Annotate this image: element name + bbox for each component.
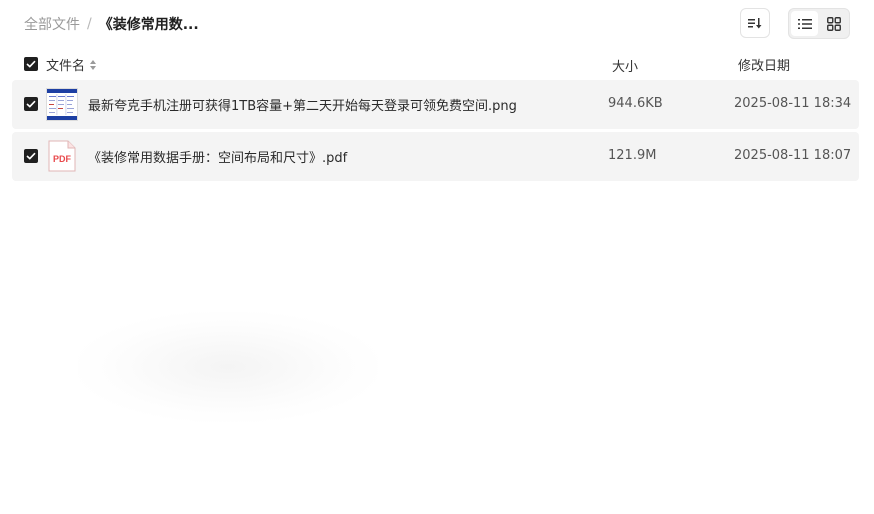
check-icon xyxy=(26,60,36,68)
column-header-name-label: 文件名 xyxy=(46,59,86,74)
column-header-name[interactable]: 文件名 xyxy=(46,55,97,74)
grid-view-icon xyxy=(826,16,841,31)
breadcrumb-separator: / xyxy=(87,16,92,32)
background-smudge xyxy=(78,312,378,422)
pdf-file-icon: PDF xyxy=(48,140,76,172)
file-name[interactable]: 最新夸克手机注册可获得1TB容量+第二天开始每天登录可领免费空间.png xyxy=(88,95,517,114)
table-row[interactable]: 最新夸克手机注册可获得1TB容量+第二天开始每天登录可领免费空间.png 944… xyxy=(12,80,859,129)
sort-icon xyxy=(748,18,762,29)
list-view-icon xyxy=(797,18,812,29)
file-name[interactable]: 《装修常用数据手册：空间布局和尺寸》.pdf xyxy=(88,147,347,166)
list-view-button[interactable] xyxy=(791,11,818,36)
file-size: 121.9M xyxy=(608,148,657,163)
table-row[interactable]: PDF 《装修常用数据手册：空间布局和尺寸》.pdf 121.9M 2025-0… xyxy=(12,132,859,181)
row-checkbox[interactable] xyxy=(24,149,38,163)
check-icon xyxy=(26,152,36,160)
table-header: 文件名 大小 修改日期 xyxy=(12,52,859,76)
sort-toggle-icon xyxy=(90,59,97,70)
image-thumbnail-icon xyxy=(46,88,78,121)
check-icon xyxy=(26,100,36,108)
view-toggle xyxy=(788,8,850,39)
file-size: 944.6KB xyxy=(608,96,663,111)
breadcrumb-current: 《装修常用数... xyxy=(98,17,199,33)
pdf-icon-label: PDF xyxy=(53,154,72,164)
sort-button[interactable] xyxy=(740,8,770,38)
row-checkbox[interactable] xyxy=(24,97,38,111)
select-all-checkbox[interactable] xyxy=(24,57,38,71)
column-header-date[interactable]: 修改日期 xyxy=(738,55,790,74)
file-date: 2025-08-11 18:07 xyxy=(734,148,852,163)
breadcrumb: 全部文件 / 《装修常用数... xyxy=(24,14,199,34)
file-date: 2025-08-11 18:34 xyxy=(734,96,852,111)
grid-view-button[interactable] xyxy=(820,11,847,36)
column-header-size[interactable]: 大小 xyxy=(612,56,638,75)
breadcrumb-root[interactable]: 全部文件 xyxy=(24,14,80,34)
file-browser: 全部文件 / 《装修常用数... 文件名 大小 修改日期 最新夸克手机注册可获得… xyxy=(0,0,874,514)
